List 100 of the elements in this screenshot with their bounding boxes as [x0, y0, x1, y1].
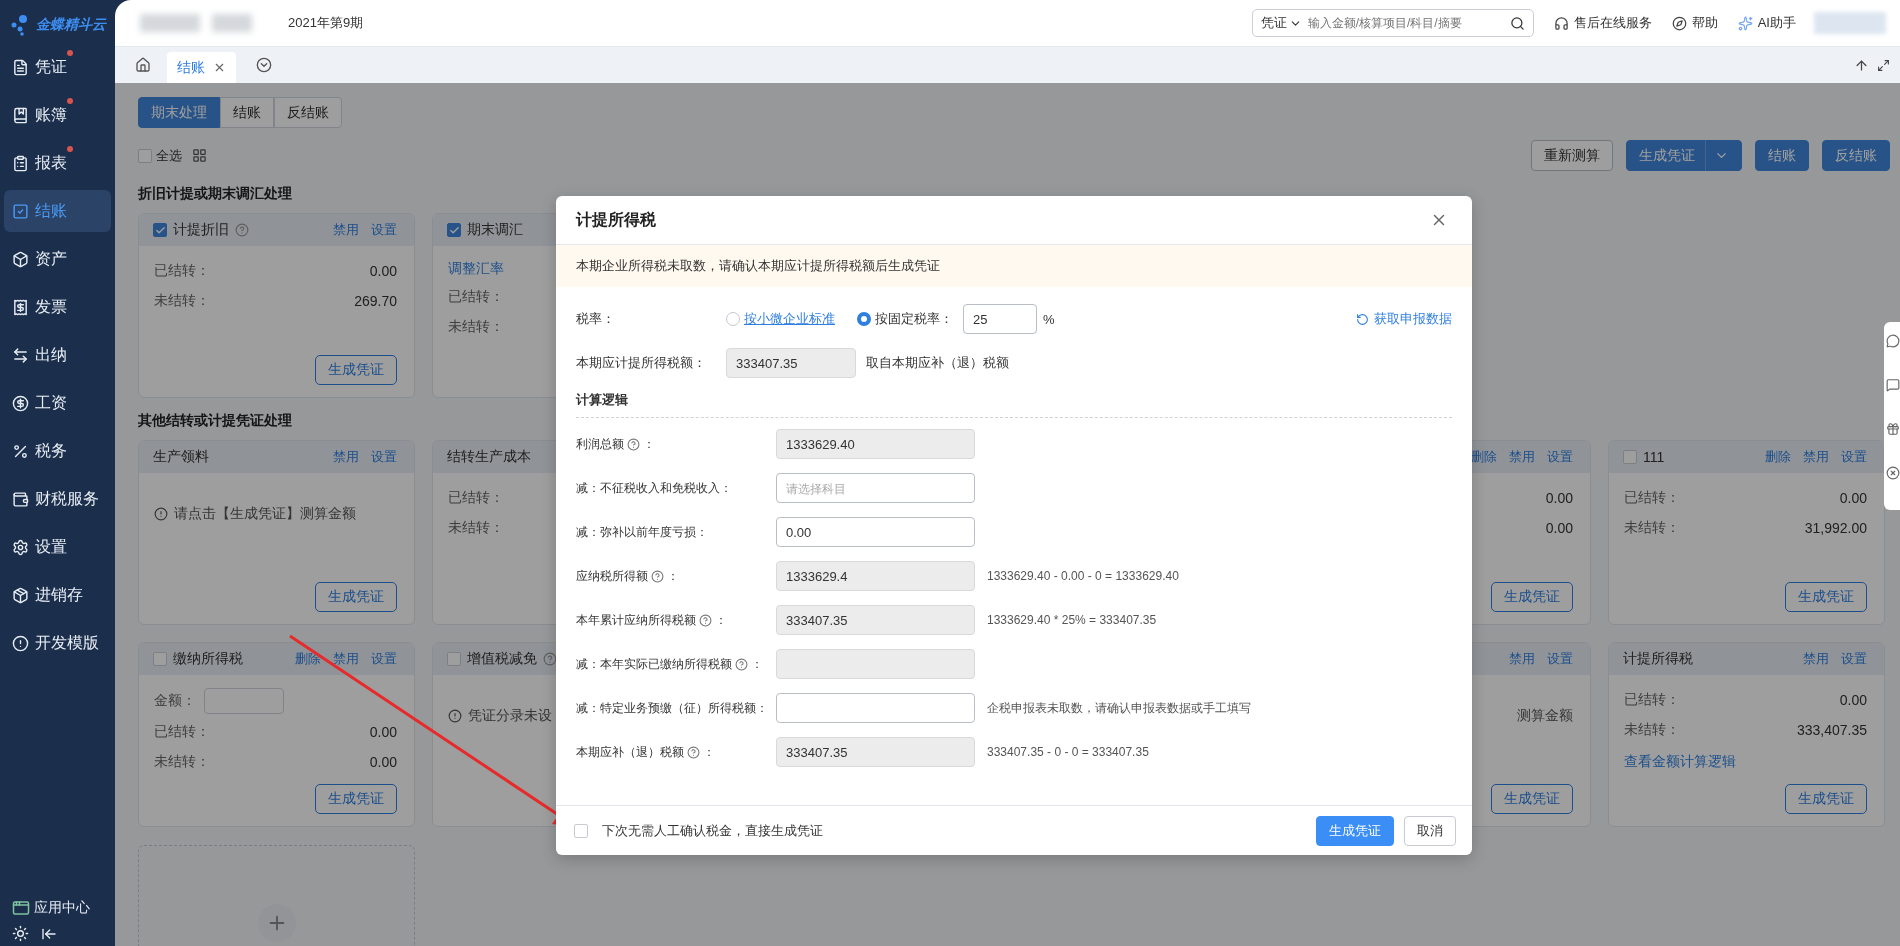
generate-voucher-button[interactable]: 生成凭证 — [315, 355, 397, 385]
logic-heading: 计算逻辑 — [576, 385, 1452, 418]
mode-tab[interactable]: 结账 — [220, 97, 274, 128]
top-link[interactable]: AI助手 — [1737, 14, 1796, 32]
sidebar-item[interactable]: 税务 — [4, 430, 111, 472]
amount-field[interactable]: 请选择科目 — [776, 473, 975, 503]
row-value: 0.00 — [1839, 692, 1867, 708]
card-action-link[interactable]: 禁用 — [1509, 650, 1535, 668]
card-action-link[interactable]: 删除 — [1471, 448, 1497, 466]
generate-voucher-button[interactable]: 生成凭证 — [1785, 582, 1867, 612]
dialog-button[interactable]: 取消 — [1404, 815, 1456, 846]
checkbox[interactable] — [447, 652, 461, 666]
card-action-link[interactable]: 禁用 — [333, 448, 359, 466]
home-icon[interactable] — [135, 57, 151, 73]
chat-icon[interactable] — [1886, 334, 1900, 348]
card-action-link[interactable]: 设置 — [371, 221, 397, 239]
search-box[interactable]: 凭证 输入金额/核算项目/科目/摘要 — [1251, 9, 1534, 37]
sidebar-item[interactable]: 发票 — [4, 286, 111, 328]
row-value: 0.00 — [369, 724, 397, 740]
dialog-button[interactable]: 生成凭证 — [1316, 815, 1394, 846]
sidebar-item[interactable]: 报表 — [4, 142, 111, 184]
settings-icon — [12, 538, 29, 556]
checkbox[interactable] — [1623, 450, 1637, 464]
generate-voucher-button[interactable]: 生成凭证 — [1491, 582, 1573, 612]
search-field[interactable]: 输入金额/核算项目/科目/摘要 — [1307, 16, 1504, 30]
checkbox[interactable] — [574, 823, 588, 838]
checkbox[interactable] — [138, 148, 152, 163]
comment-icon[interactable] — [1886, 378, 1900, 392]
radio-link[interactable]: 按小微企业标准 — [744, 310, 835, 328]
sidebar-item[interactable]: 凭证 — [4, 46, 111, 88]
sidebar-item[interactable]: 出纳 — [4, 334, 111, 376]
field-label: 应纳税所得额 — [576, 567, 648, 585]
field-label: 减：特定业务预缴（征）所得税额： — [576, 699, 768, 717]
headset-icon — [1553, 15, 1569, 31]
add-button[interactable] — [257, 904, 296, 942]
close-icon[interactable] — [1886, 466, 1900, 480]
row-value: 333,407.35 — [1796, 722, 1867, 738]
logic-link[interactable]: 查看金额计算逻辑 — [1624, 753, 1867, 771]
action-button[interactable]: 反结账 — [1822, 140, 1890, 171]
card-action-link[interactable]: 设置 — [371, 650, 397, 668]
colon: ： — [667, 567, 679, 585]
theme-icon[interactable] — [12, 925, 29, 942]
checkbox[interactable] — [153, 223, 167, 237]
card-action-link[interactable]: 禁用 — [1803, 650, 1829, 668]
sidebar-item[interactable]: 工资 — [4, 382, 111, 424]
card-action-link[interactable]: 设置 — [1841, 650, 1867, 668]
row-label: 未结转： — [1624, 519, 1680, 537]
card-action-link[interactable]: 禁用 — [1509, 448, 1535, 466]
card-action-link[interactable]: 禁用 — [1803, 448, 1829, 466]
sidebar-item[interactable]: 账簿 — [4, 94, 111, 136]
sidebar-item[interactable]: 设置 — [4, 526, 111, 568]
section-title: 折旧计提或期末调汇处理 — [138, 185, 292, 203]
action-button[interactable]: 重新测算 — [1531, 140, 1613, 171]
card-action-link[interactable]: 设置 — [1547, 650, 1573, 668]
row-value: 0.00 — [1545, 490, 1573, 506]
row-value: 269.70 — [354, 293, 397, 309]
sidebar-item[interactable]: 开发模版 — [4, 622, 111, 664]
box-icon — [12, 250, 29, 268]
sidebar-item[interactable]: 财税服务 — [4, 478, 111, 520]
expand-icon[interactable] — [1877, 58, 1890, 72]
radio-button[interactable] — [857, 312, 871, 326]
action-button[interactable]: 结账 — [1755, 140, 1809, 171]
select-all-label: 全选 — [156, 146, 182, 165]
action-button[interactable]: 生成凭证 — [1626, 140, 1742, 171]
notice-text: 测算金额 — [1517, 707, 1573, 725]
card-action-link[interactable]: 设置 — [1841, 448, 1867, 466]
top-link[interactable]: 帮助 — [1671, 14, 1718, 32]
generate-voucher-button[interactable]: 生成凭证 — [1785, 784, 1867, 814]
generate-voucher-button[interactable]: 生成凭证 — [1491, 784, 1573, 814]
sidebar-item[interactable]: 结账 — [4, 190, 111, 232]
mode-tab[interactable]: 反结账 — [274, 97, 342, 128]
amount-field[interactable] — [204, 688, 284, 714]
card-action-link[interactable]: 禁用 — [333, 221, 359, 239]
mode-tab[interactable]: 期末处理 — [138, 97, 220, 128]
generate-voucher-button[interactable]: 生成凭证 — [315, 784, 397, 814]
close-icon[interactable] — [213, 61, 226, 74]
card-action-link[interactable]: 设置 — [1547, 448, 1573, 466]
dialog-title: 计提所得税 — [576, 209, 656, 230]
fetch-link[interactable]: 获取申报数据 — [1356, 310, 1452, 328]
checkbox[interactable] — [447, 223, 461, 237]
page-tab[interactable]: 结账 — [167, 52, 236, 83]
sidebar-item[interactable]: 进销存 — [4, 574, 111, 616]
card-action-link[interactable]: 禁用 — [333, 650, 359, 668]
sidebar-item[interactable]: 资产 — [4, 238, 111, 280]
dropdown-icon[interactable] — [256, 57, 272, 73]
gift-icon[interactable] — [1886, 422, 1900, 436]
top-link[interactable]: 售后在线服务 — [1553, 14, 1652, 32]
card-action-link[interactable]: 设置 — [371, 448, 397, 466]
grid-icon[interactable] — [192, 148, 207, 163]
generate-voucher-button[interactable]: 生成凭证 — [315, 582, 397, 612]
rate-field[interactable]: 25 — [963, 304, 1037, 334]
app-center-link[interactable]: 应用中心 — [12, 899, 111, 917]
scope-dropdown[interactable]: 凭证 — [1260, 14, 1302, 32]
percent-icon — [12, 442, 29, 460]
amount-field[interactable] — [776, 693, 975, 723]
checkbox[interactable] — [153, 652, 167, 666]
amount-field[interactable]: 0.00 — [776, 517, 975, 547]
card-action-link[interactable]: 删除 — [1765, 448, 1791, 466]
amount-field[interactable]: 333407.35 — [726, 348, 856, 378]
radio-button[interactable] — [726, 312, 740, 326]
